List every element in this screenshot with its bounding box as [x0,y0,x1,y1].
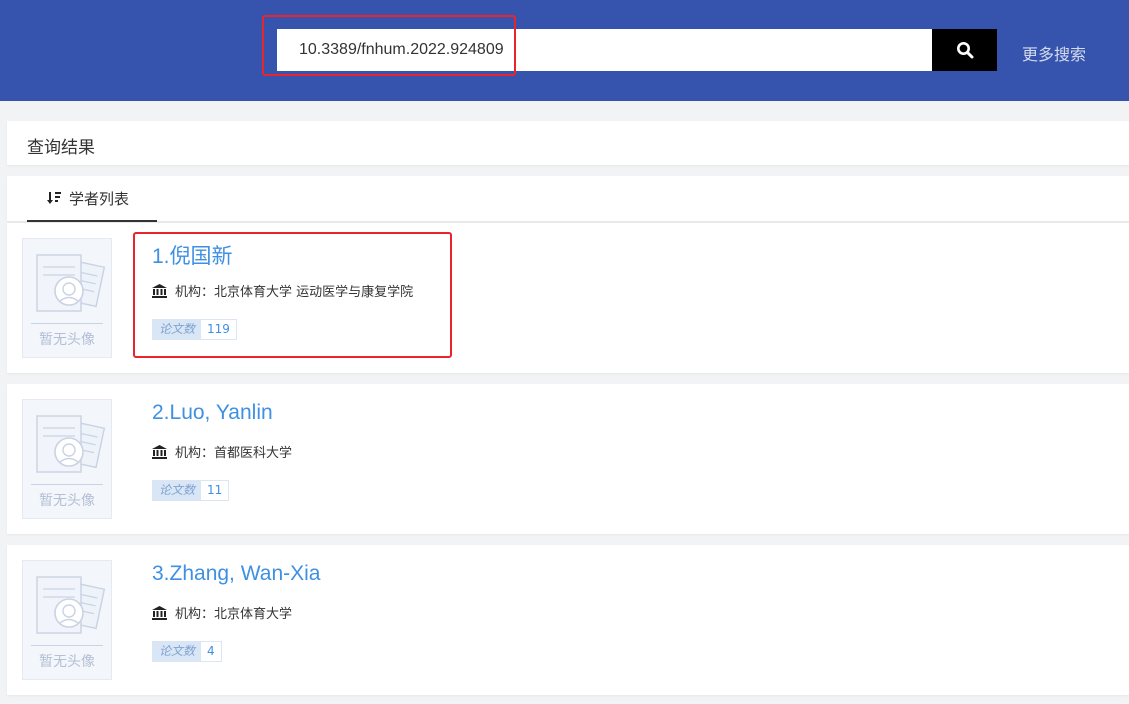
institution-label: 机构： [175,607,215,622]
paper-count-badge: 论文数 11 [152,480,230,501]
institution-label: 机构： [175,285,215,300]
search-icon [956,42,973,59]
avatar-caption: 暂无头像 [39,332,95,348]
scholar-name[interactable]: 3.Zhang, Wan-Xia [152,562,320,586]
avatar: 暂无头像 [22,238,112,358]
paper-count-label: 论文数 [153,642,202,661]
avatar-placeholder-icon [36,254,106,312]
paper-count-badge: 论文数 119 [152,319,237,340]
institution-icon [152,444,167,459]
list-item: 暂无头像 2.Luo, Yanlin 机构： 首都医科大学 论文数 11 [7,384,1129,534]
avatar-caption: 暂无头像 [39,654,95,670]
results-title: 查询结果 [27,138,95,158]
avatar-caption: 暂无头像 [39,493,95,509]
search-button[interactable] [932,29,997,71]
institution-icon [152,605,167,620]
avatar: 暂无头像 [22,399,112,519]
institution-label: 机构： [175,446,215,461]
paper-count-value: 4 [201,642,221,661]
scholar-name[interactable]: 1.倪国新 [152,240,233,270]
institution-name: 北京体育大学 运动医学与康复学院 [214,285,414,300]
tab-label: 学者列表 [69,189,130,208]
institution-icon [152,283,167,298]
paper-count-value: 119 [201,320,236,339]
institution-name: 首都医科大学 [214,446,293,461]
paper-count-label: 论文数 [153,481,202,500]
paper-count-label: 论文数 [153,320,202,339]
avatar: 暂无头像 [22,560,112,680]
paper-count-value: 11 [201,481,229,500]
avatar-placeholder-icon [36,576,106,634]
institution-row: 机构： 首都医科大学 [152,442,292,461]
results-title-bar: 查询结果 [7,121,1129,165]
search-input[interactable] [277,29,933,71]
list-item: 暂无头像 3.Zhang, Wan-Xia 机构： 北京体育大学 论文数 4 [7,545,1129,695]
scholar-name[interactable]: 2.Luo, Yanlin [152,401,273,425]
top-header: 更多搜索 [0,0,1129,101]
avatar-placeholder-icon [36,415,106,473]
institution-row: 机构： 北京体育大学 [152,603,292,622]
tab-bar: 学者列表 [7,176,1129,222]
tab-scholar-list[interactable]: 学者列表 [27,176,157,222]
institution-row: 机构： 北京体育大学 运动医学与康复学院 [152,281,413,300]
institution-name: 北京体育大学 [214,607,293,622]
sort-icon [47,192,61,204]
more-search-link[interactable]: 更多搜索 [1022,41,1086,65]
list-item: 暂无头像 1.倪国新 机构： 北京体育大学 运动医学与康复学院 论文数 119 [7,223,1129,373]
paper-count-badge: 论文数 4 [152,641,222,662]
